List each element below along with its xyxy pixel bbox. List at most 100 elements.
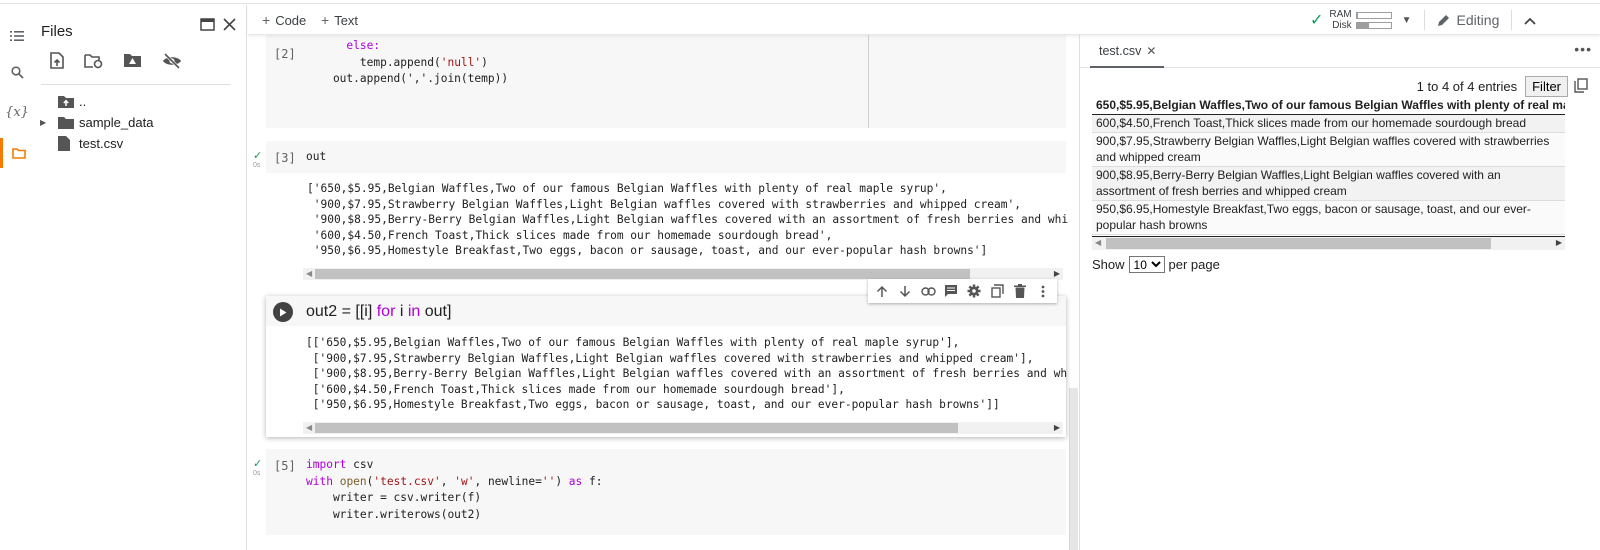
scrollbar-thumb[interactable] bbox=[315, 423, 958, 433]
filter-button[interactable]: Filter bbox=[1525, 76, 1568, 97]
search-button[interactable] bbox=[0, 57, 34, 87]
file-icon bbox=[58, 136, 70, 151]
delete-cell-button[interactable] bbox=[1012, 283, 1028, 299]
add-comment-button[interactable] bbox=[943, 283, 959, 299]
code-editor[interactable]: else: temp.append('null') out.append(','… bbox=[306, 38, 508, 88]
disk-bar-fill bbox=[1356, 22, 1369, 28]
tab-test-csv[interactable]: test.csv ✕ bbox=[1090, 35, 1165, 68]
plus-icon: + bbox=[262, 12, 271, 28]
folder-refresh-icon bbox=[84, 53, 103, 68]
tree-item-label: .. bbox=[79, 94, 87, 109]
output-line: '600,$4.50,French Toast,Thick slices mad… bbox=[307, 228, 833, 242]
code-editor[interactable]: import csv with open('test.csv', 'w', ne… bbox=[306, 457, 603, 523]
code-cell[interactable]: ✓ 0s [3] out bbox=[253, 141, 1066, 173]
resources-indicator[interactable]: RAM Disk bbox=[1329, 9, 1351, 31]
add-text-button[interactable]: + Text bbox=[321, 12, 358, 28]
comment-icon bbox=[945, 285, 957, 297]
table-header[interactable]: 650,$5.95,Belgian Waffles,Two of our fam… bbox=[1092, 97, 1565, 115]
table-row: 950,$6.95,Homestyle Breakfast,Two eggs, … bbox=[1092, 201, 1565, 235]
table-cell: 900,$7.95,Strawberry Belgian Waffles,Lig… bbox=[1092, 133, 1565, 167]
code-cell-selected[interactable]: out2 = [[i] for i in out] [['650,$5.95,B… bbox=[266, 296, 1068, 437]
scroll-right-arrow-icon[interactable]: ▶ bbox=[1556, 238, 1562, 247]
execution-count: [2] bbox=[274, 47, 296, 61]
add-code-button[interactable]: + Code bbox=[262, 12, 306, 28]
refresh-button[interactable] bbox=[84, 52, 103, 69]
code-editor[interactable]: out2 = [[i] for i in out] bbox=[306, 303, 451, 321]
scrollbar-thumb[interactable] bbox=[315, 269, 970, 279]
scroll-left-arrow-icon[interactable]: ◀ bbox=[1095, 238, 1101, 247]
scroll-right-arrow-icon[interactable]: ▶ bbox=[1054, 269, 1060, 278]
collapse-header-button[interactable] bbox=[1524, 12, 1536, 28]
code-editor[interactable]: out bbox=[306, 149, 326, 166]
csv-table: 650,$5.95,Belgian Waffles,Two of our fam… bbox=[1092, 97, 1565, 235]
toggle-hidden-files-button[interactable] bbox=[162, 52, 182, 69]
variables-button[interactable]: {x} bbox=[0, 97, 34, 127]
move-cell-up-button[interactable] bbox=[874, 283, 890, 299]
code-cell[interactable]: [2] else: temp.append('null') out.append… bbox=[266, 35, 1066, 128]
scrollbar-thumb[interactable] bbox=[1106, 238, 1491, 249]
link-cell-button[interactable] bbox=[920, 283, 936, 299]
cell-text: 900,$7.95,Strawberry Belgian Waffles,Lig… bbox=[1096, 134, 1550, 164]
close-tab-icon[interactable]: ✕ bbox=[1146, 44, 1156, 58]
run-cell-button[interactable] bbox=[273, 302, 293, 322]
more-options-button[interactable] bbox=[1035, 283, 1051, 299]
code-line: out.append(','.join(temp)) bbox=[306, 72, 509, 85]
editor-ruler bbox=[868, 35, 869, 128]
tree-item-label: sample_data bbox=[79, 115, 154, 130]
window-top-border bbox=[0, 0, 1600, 4]
entries-count: 1 to 4 of 4 entries bbox=[1416, 79, 1518, 94]
add-code-label: Code bbox=[275, 13, 307, 28]
cell-toolbar bbox=[868, 279, 1057, 303]
cell-text: 950,$6.95,Homestyle Breakfast,Two eggs, … bbox=[1096, 202, 1531, 232]
variables-icon: {x} bbox=[5, 104, 29, 120]
copy-button[interactable] bbox=[1574, 77, 1588, 96]
runtime-dropdown-icon[interactable]: ▼ bbox=[1402, 15, 1412, 26]
chevron-up-icon bbox=[1524, 17, 1536, 25]
open-in-tab-icon bbox=[200, 18, 215, 31]
files-panel: Files .. ▶ sample_data test.csv bbox=[34, 5, 247, 550]
cell-text: 900,$8.95,Berry-Berry Belgian Waffles,Li… bbox=[1096, 168, 1501, 198]
files-button[interactable] bbox=[0, 138, 34, 168]
play-icon bbox=[280, 308, 287, 316]
output-line: '900,$8.95,Berry-Berry Belgian Waffles,L… bbox=[307, 213, 1069, 226]
more-vertical-icon bbox=[1041, 285, 1045, 297]
pagination-control: Show 10 per page bbox=[1092, 256, 1220, 273]
notebook-vertical-scrollbar[interactable] bbox=[1069, 388, 1078, 550]
folder-icon bbox=[58, 117, 74, 129]
code-cell[interactable]: ✓ 0s [5] import csv with open('test.csv',… bbox=[253, 449, 1066, 535]
output-line: '900,$7.95,Strawberry Belgian Waffles,Li… bbox=[307, 197, 1021, 211]
plus-icon: + bbox=[321, 12, 330, 28]
files-panel-title: Files bbox=[41, 23, 73, 40]
scroll-left-arrow-icon[interactable]: ◀ bbox=[306, 423, 312, 432]
mount-drive-button[interactable] bbox=[123, 52, 142, 69]
notebook-toolbar: + Code + Text ✓ RAM Disk ▼ Editing bbox=[248, 5, 1600, 35]
output-line: ['600,$4.50,French Toast,Thick slices ma… bbox=[306, 382, 845, 396]
scroll-left-arrow-icon[interactable]: ◀ bbox=[306, 269, 312, 278]
tree-item-parent[interactable]: .. bbox=[34, 91, 246, 112]
output-line: [['650,$5.95,Belgian Waffles,Two of our … bbox=[306, 336, 960, 349]
upload-file-button[interactable] bbox=[50, 52, 64, 69]
tree-item-test-csv[interactable]: test.csv bbox=[34, 133, 246, 154]
table-cell: 950,$6.95,Homestyle Breakfast,Two eggs, … bbox=[1092, 201, 1565, 235]
output-horizontal-scrollbar[interactable]: ◀ ▶ bbox=[303, 422, 1063, 434]
pencil-icon bbox=[1437, 15, 1449, 26]
tree-item-label: test.csv bbox=[79, 136, 124, 151]
expand-caret-icon[interactable]: ▶ bbox=[40, 118, 46, 127]
per-page-select[interactable]: 10 bbox=[1128, 256, 1165, 273]
tree-item-sample-data[interactable]: ▶ sample_data bbox=[34, 112, 246, 133]
mirror-cell-button[interactable] bbox=[989, 283, 1005, 299]
connected-check-icon: ✓ bbox=[1310, 12, 1324, 29]
disk-bar bbox=[1355, 21, 1392, 29]
scroll-right-arrow-icon[interactable]: ▶ bbox=[1054, 423, 1060, 432]
move-cell-down-button[interactable] bbox=[897, 283, 913, 299]
cell-settings-button[interactable] bbox=[966, 283, 982, 299]
code-line: else: bbox=[306, 39, 381, 52]
close-panel-button[interactable] bbox=[223, 18, 236, 31]
editing-mode-button[interactable]: Editing bbox=[1437, 12, 1499, 28]
table-horizontal-scrollbar[interactable]: ◀ ▶ bbox=[1092, 236, 1565, 250]
run-success-icon: ✓ 0s bbox=[253, 150, 263, 169]
ram-label: RAM bbox=[1329, 9, 1352, 20]
table-of-contents-button[interactable] bbox=[0, 21, 34, 51]
more-horizontal-icon[interactable]: ••• bbox=[1574, 41, 1592, 57]
expand-panel-button[interactable] bbox=[200, 18, 215, 31]
